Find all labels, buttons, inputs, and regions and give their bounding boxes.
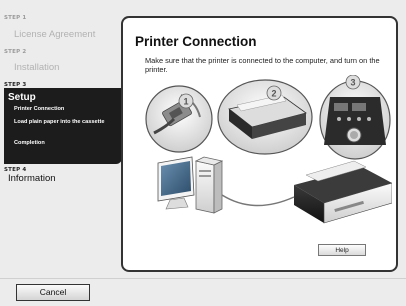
callout-1-label: 1 (183, 97, 188, 107)
usb-cable-icon (145, 85, 213, 153)
content-panel: Printer Connection Make sure that the pr… (121, 16, 398, 272)
step-2-number: STEP 2 (4, 49, 27, 55)
step-3-title: Setup (8, 92, 36, 103)
step-3-active-section: Setup Printer Connection Load plain pape… (4, 88, 122, 164)
printer-connection-illustration: 1 2 3 (145, 75, 392, 224)
power-button-icon (350, 131, 358, 139)
help-button[interactable]: Help (318, 244, 366, 256)
cancel-button[interactable]: Cancel (16, 284, 90, 301)
step-1-number: STEP 1 (4, 15, 27, 21)
step-1-title: License Agreement (14, 29, 96, 40)
callout-3-label: 3 (350, 78, 355, 88)
step-2-title: Installation (14, 62, 60, 73)
printer-top-view (217, 79, 313, 155)
connection-cable (221, 194, 295, 207)
callout-3-badge: 3 (345, 75, 361, 90)
substep-completion: Completion (14, 140, 45, 146)
callout-2-badge: 2 (266, 85, 282, 101)
instruction-text: Make sure that the printer is connected … (145, 56, 380, 74)
page-title: Printer Connection (135, 34, 257, 49)
setup-window: STEP 1 License Agreement STEP 2 Installa… (0, 0, 406, 306)
step-4-title: Information (8, 173, 56, 184)
callout-1-badge: 1 (178, 93, 194, 109)
substep-printer-connection: Printer Connection (14, 106, 65, 112)
computer-icon (157, 156, 224, 214)
printer-icon (294, 160, 392, 224)
substep-load-paper: Load plain paper into the cassette (14, 119, 105, 125)
footer-divider (0, 278, 406, 279)
printer-control-panel (319, 80, 391, 160)
callout-2-label: 2 (271, 89, 276, 99)
